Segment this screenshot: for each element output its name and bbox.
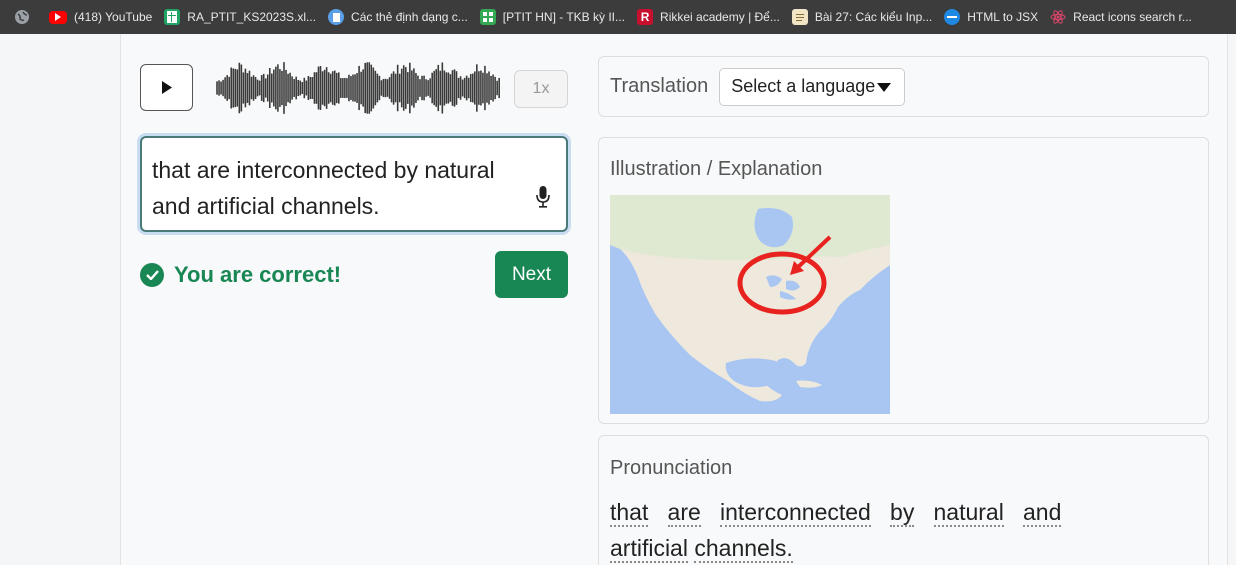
bookmark-rikkei[interactable]: R Rikkei academy | Để... (631, 4, 786, 30)
language-select-label: Select a language (731, 76, 876, 96)
rikkei-icon: R (637, 9, 654, 25)
north-america-map-image (610, 195, 890, 414)
answer-text: that are interconnected by natural and a… (152, 157, 495, 219)
pronunciation-word[interactable]: by (890, 499, 915, 527)
pronunciation-word[interactable]: that (610, 499, 649, 527)
pronunciation-word[interactable]: are (667, 499, 701, 527)
playback-speed-button[interactable]: 1x (514, 70, 568, 108)
caret-down-icon (877, 82, 892, 92)
microphone-icon[interactable] (536, 182, 550, 218)
lesson-container: 1x that are interconnected by natural an… (120, 34, 1228, 565)
bookmark-youtube[interactable]: (418) YouTube (43, 4, 158, 30)
pronunciation-card: Pronunciation that are interconnected by… (598, 435, 1209, 565)
bookmark-label: (418) YouTube (74, 10, 153, 24)
bookmark-bai27[interactable]: Bài 27: Các kiểu Inp... (786, 4, 938, 30)
answer-input[interactable]: that are interconnected by natural and a… (140, 136, 568, 232)
translation-card: Translation Select a language (598, 56, 1209, 117)
pronunciation-word[interactable]: channels. (694, 535, 793, 563)
bookmark-label: React icons search r... (1073, 10, 1192, 24)
page-icon (791, 9, 808, 25)
bookmark-globe[interactable] (8, 4, 43, 30)
bookmark-react-icons[interactable]: React icons search r... (1044, 4, 1198, 30)
illustration-card: Illustration / Explanation (598, 137, 1209, 424)
sheets-icon (164, 9, 181, 25)
play-button[interactable] (140, 64, 193, 111)
pronunciation-word[interactable]: interconnected (719, 499, 871, 527)
bookmark-label: HTML to JSX (967, 10, 1039, 24)
check-circle-icon (140, 263, 164, 287)
language-select[interactable]: Select a language (719, 67, 906, 106)
pronunciation-word[interactable]: natural (933, 499, 1004, 527)
doc-icon (328, 9, 345, 25)
bookmark-label: [PTIT HN] - TKB kỳ II... (502, 10, 626, 24)
illustration-title: Illustration / Explanation (610, 158, 823, 180)
play-icon (161, 81, 172, 94)
pronunciation-word[interactable]: and (1023, 499, 1062, 527)
bookmark-label: RA_PTIT_KS2023S.xl... (187, 10, 317, 24)
next-button[interactable]: Next (495, 251, 568, 298)
bookmark-tkb[interactable]: [PTIT HN] - TKB kỳ II... (474, 4, 631, 30)
bookmarks-bar: (418) YouTube RA_PTIT_KS2023S.xl... Các … (0, 0, 1236, 34)
bookmark-label: Bài 27: Các kiểu Inp... (814, 10, 933, 24)
youtube-icon (49, 10, 67, 24)
bookmark-label: Các thẻ định dạng c... (351, 10, 468, 24)
pronunciation-word[interactable]: artificial (610, 535, 688, 563)
react-icon (1050, 9, 1066, 25)
bookmark-label: Rikkei academy | Để... (660, 10, 780, 24)
grid-icon (479, 9, 496, 25)
result-message: You are correct! (140, 262, 341, 288)
bookmark-html-to-jsx[interactable]: HTML to JSX (938, 4, 1044, 30)
pronunciation-title: Pronunciation (610, 457, 733, 479)
audio-waveform[interactable] (213, 58, 505, 118)
bookmark-ra-ptit[interactable]: RA_PTIT_KS2023S.xl... (158, 4, 322, 30)
bookmark-cac-the[interactable]: Các thẻ định dạng c... (322, 4, 474, 30)
pronunciation-text: that are interconnected by natural and a… (610, 494, 1155, 565)
transform-icon (944, 9, 961, 25)
result-text: You are correct! (174, 262, 342, 287)
translation-title: Translation (610, 75, 709, 97)
globe-icon (14, 9, 30, 25)
